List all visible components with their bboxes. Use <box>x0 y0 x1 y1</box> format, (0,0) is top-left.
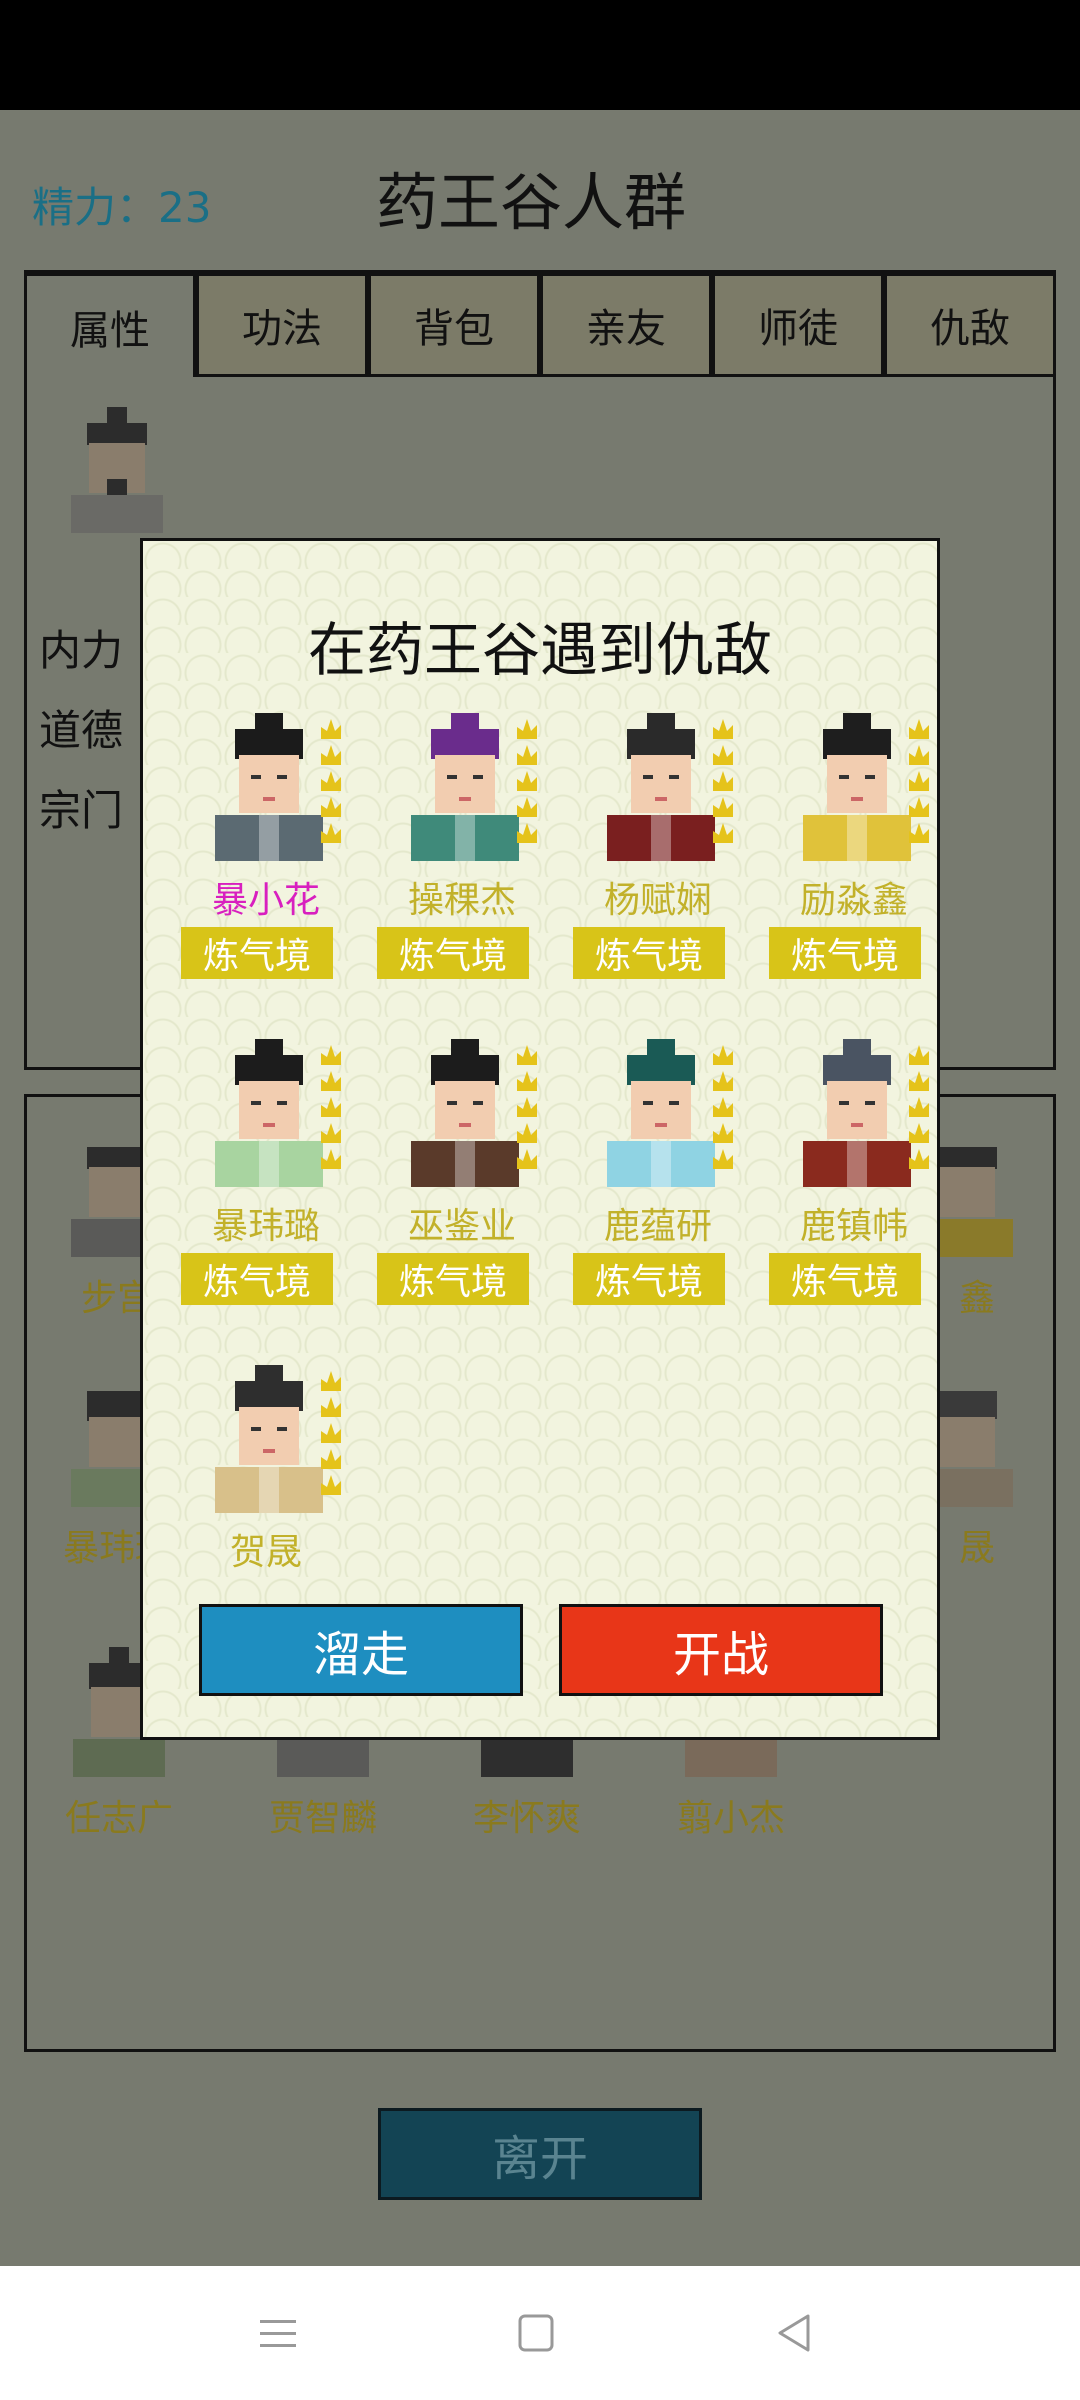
rank-flames-icon <box>517 1045 537 1169</box>
enemy-name: 操稞杰 <box>407 880 516 921</box>
realm-badge: 炼气境 <box>181 1253 333 1305</box>
realm-badge: 炼气境 <box>377 927 529 979</box>
rank-flames-icon <box>517 719 537 843</box>
tab-enemies[interactable]: 仇敌 <box>884 273 1056 377</box>
person-name: 任志广 <box>64 1798 173 1839</box>
enemy-portrait <box>411 713 519 861</box>
energy-label: 精力：23 <box>32 183 212 232</box>
enemy-portrait <box>215 1365 323 1513</box>
enemy-name: 励淼鑫 <box>799 880 908 921</box>
leave-button[interactable]: 离开 <box>378 2108 702 2200</box>
rank-flames-icon <box>909 1045 929 1169</box>
enemy-name: 鹿镇帏 <box>799 1206 908 1247</box>
page-title: 药王谷人群 <box>376 166 687 239</box>
realm-badge: 炼气境 <box>573 927 725 979</box>
tab-inventory[interactable]: 背包 <box>368 273 540 377</box>
enemy-portrait <box>803 713 911 861</box>
realm-badge: 炼气境 <box>573 1253 725 1305</box>
enemy-name: 巫鉴业 <box>407 1206 516 1247</box>
person-name: 李怀爽 <box>472 1798 581 1839</box>
dialog-title: 在药王谷遇到仇敌 <box>307 616 772 684</box>
enemy-portrait <box>607 1039 715 1187</box>
enemy-name: 暴玮璐 <box>211 1206 320 1247</box>
person-name: 翦小杰 <box>676 1798 785 1839</box>
enemy-portrait <box>607 713 715 861</box>
enemy-name: 暴小花 <box>211 880 320 921</box>
game-screen: 精力：23 药王谷人群 属性 功法 背包 亲友 师徒 仇敌 内力 道德 宗门 步… <box>0 110 1080 2266</box>
back-icon[interactable] <box>764 2308 824 2358</box>
fight-button[interactable]: 开战 <box>559 1604 883 1696</box>
flee-button[interactable]: 溜走 <box>199 1604 523 1696</box>
tab-friends[interactable]: 亲友 <box>540 273 712 377</box>
realm-badge: 炼气境 <box>181 927 333 979</box>
enemy-portrait <box>411 1039 519 1187</box>
status-bar <box>0 0 1080 110</box>
realm-badge: 炼气境 <box>769 1253 921 1305</box>
tab-attributes[interactable]: 属性 <box>24 273 196 377</box>
enemy-portrait <box>215 1039 323 1187</box>
enemy-portrait <box>215 713 323 861</box>
rank-flames-icon <box>713 719 733 843</box>
enemy-encounter-dialog: 在药王谷遇到仇敌 暴小花 炼气境 操稞杰 炼气境 杨赋娴 炼气境 励淼鑫 炼气境 暴玮璐 炼气境巫… <box>140 538 940 1740</box>
enemy-name: 鹿蕴研 <box>603 1206 712 1247</box>
rank-flames-icon <box>321 719 341 843</box>
realm-badge: 炼气境 <box>769 927 921 979</box>
system-nav-bar <box>0 2266 1080 2400</box>
enemy-name: 杨赋娴 <box>603 880 712 921</box>
enemy-portrait <box>803 1039 911 1187</box>
person-name: 贾智麟 <box>268 1798 377 1839</box>
tab-master-disciple[interactable]: 师徒 <box>712 273 884 377</box>
menu-icon[interactable] <box>248 2308 308 2358</box>
rank-flames-icon <box>321 1371 341 1495</box>
attr-daode: 道德 <box>39 706 124 755</box>
tab-skills[interactable]: 功法 <box>196 273 368 377</box>
attr-zongmen: 宗门 <box>39 786 124 835</box>
character-avatar <box>71 407 163 533</box>
rank-flames-icon <box>713 1045 733 1169</box>
rank-flames-icon <box>321 1045 341 1169</box>
home-icon[interactable] <box>506 2308 566 2358</box>
enemy-name: 贺晟 <box>229 1532 302 1573</box>
attr-neili: 内力 <box>39 626 124 675</box>
rank-flames-icon <box>909 719 929 843</box>
realm-badge: 炼气境 <box>377 1253 529 1305</box>
